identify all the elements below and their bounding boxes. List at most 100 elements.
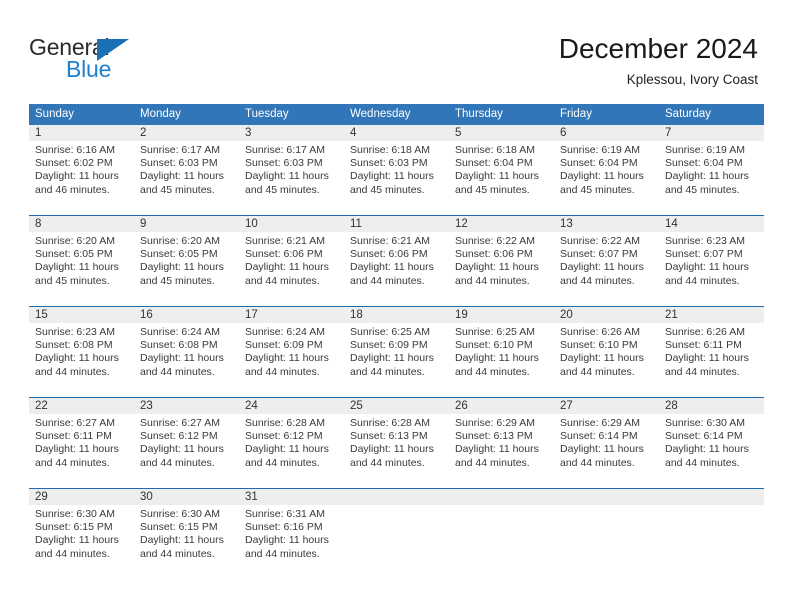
day-cell[interactable]: 14 Sunrise: 6:23 AM Sunset: 6:07 PM Dayl…	[659, 216, 764, 294]
day-details: Sunrise: 6:28 AM Sunset: 6:12 PM Dayligh…	[239, 414, 344, 470]
daylight-text-line2: and 44 minutes.	[140, 456, 215, 469]
daylight-text-line2: and 45 minutes.	[455, 183, 530, 196]
sunset-text: Sunset: 6:07 PM	[665, 248, 743, 261]
sunrise-text: Sunrise: 6:21 AM	[245, 235, 325, 247]
masthead: General Blue December 2024 Kplessou, Ivo…	[0, 0, 792, 100]
daylight-text-line1: Daylight: 11 hours	[35, 534, 119, 547]
day-details: Sunrise: 6:26 AM Sunset: 6:11 PM Dayligh…	[659, 323, 764, 379]
day-details: Sunrise: 6:20 AM Sunset: 6:05 PM Dayligh…	[29, 232, 134, 288]
day-cell[interactable]: 9 Sunrise: 6:20 AM Sunset: 6:05 PM Dayli…	[134, 216, 239, 294]
sunrise-text: Sunrise: 6:25 AM	[350, 326, 430, 338]
daylight-text-line2: and 44 minutes.	[665, 456, 740, 469]
sunrise-text: Sunrise: 6:19 AM	[665, 144, 745, 156]
daylight-text-line1: Daylight: 11 hours	[560, 170, 644, 183]
sunset-text: Sunset: 6:13 PM	[455, 430, 533, 443]
sunrise-text: Sunrise: 6:23 AM	[35, 326, 115, 338]
sunset-text: Sunset: 6:06 PM	[455, 248, 533, 261]
day-number: 6	[554, 125, 659, 141]
daylight-text-line1: Daylight: 11 hours	[665, 352, 749, 365]
day-details: Sunrise: 6:19 AM Sunset: 6:04 PM Dayligh…	[554, 141, 659, 197]
day-cell[interactable]: 1 Sunrise: 6:16 AM Sunset: 6:02 PM Dayli…	[29, 125, 134, 203]
day-number: 25	[344, 398, 449, 414]
sunrise-text: Sunrise: 6:27 AM	[35, 417, 115, 429]
day-cell[interactable]: 8 Sunrise: 6:20 AM Sunset: 6:05 PM Dayli…	[29, 216, 134, 294]
day-number: 23	[134, 398, 239, 414]
day-cell-empty	[344, 489, 449, 567]
week-row: 22 Sunrise: 6:27 AM Sunset: 6:11 PM Dayl…	[29, 397, 764, 476]
sunset-text: Sunset: 6:05 PM	[140, 248, 218, 261]
sunset-text: Sunset: 6:15 PM	[35, 521, 113, 534]
calendar-page: General Blue December 2024 Kplessou, Ivo…	[0, 0, 792, 612]
day-cell[interactable]: 17 Sunrise: 6:24 AM Sunset: 6:09 PM Dayl…	[239, 307, 344, 385]
daylight-text-line1: Daylight: 11 hours	[35, 170, 119, 183]
sunrise-text: Sunrise: 6:20 AM	[35, 235, 115, 247]
day-cell[interactable]: 16 Sunrise: 6:24 AM Sunset: 6:08 PM Dayl…	[134, 307, 239, 385]
week-spacer	[29, 476, 764, 488]
sunrise-text: Sunrise: 6:24 AM	[140, 326, 220, 338]
day-details: Sunrise: 6:24 AM Sunset: 6:09 PM Dayligh…	[239, 323, 344, 379]
day-details: Sunrise: 6:23 AM Sunset: 6:07 PM Dayligh…	[659, 232, 764, 288]
day-cell[interactable]: 11 Sunrise: 6:21 AM Sunset: 6:06 PM Dayl…	[344, 216, 449, 294]
day-cell[interactable]: 24 Sunrise: 6:28 AM Sunset: 6:12 PM Dayl…	[239, 398, 344, 476]
day-cell[interactable]: 19 Sunrise: 6:25 AM Sunset: 6:10 PM Dayl…	[449, 307, 554, 385]
day-cell[interactable]: 18 Sunrise: 6:25 AM Sunset: 6:09 PM Dayl…	[344, 307, 449, 385]
day-cell[interactable]: 22 Sunrise: 6:27 AM Sunset: 6:11 PM Dayl…	[29, 398, 134, 476]
day-cell[interactable]: 4 Sunrise: 6:18 AM Sunset: 6:03 PM Dayli…	[344, 125, 449, 203]
week-row: 1 Sunrise: 6:16 AM Sunset: 6:02 PM Dayli…	[29, 125, 764, 203]
day-details: Sunrise: 6:28 AM Sunset: 6:13 PM Dayligh…	[344, 414, 449, 470]
day-details: Sunrise: 6:30 AM Sunset: 6:15 PM Dayligh…	[134, 505, 239, 561]
day-cell[interactable]: 25 Sunrise: 6:28 AM Sunset: 6:13 PM Dayl…	[344, 398, 449, 476]
daylight-text-line2: and 44 minutes.	[140, 365, 215, 378]
day-details: Sunrise: 6:30 AM Sunset: 6:14 PM Dayligh…	[659, 414, 764, 470]
daylight-text-line1: Daylight: 11 hours	[560, 352, 644, 365]
sunset-text: Sunset: 6:10 PM	[455, 339, 533, 352]
sunrise-text: Sunrise: 6:28 AM	[350, 417, 430, 429]
day-cell[interactable]: 29 Sunrise: 6:30 AM Sunset: 6:15 PM Dayl…	[29, 489, 134, 567]
day-cell[interactable]: 31 Sunrise: 6:31 AM Sunset: 6:16 PM Dayl…	[239, 489, 344, 567]
day-cell[interactable]: 27 Sunrise: 6:29 AM Sunset: 6:14 PM Dayl…	[554, 398, 659, 476]
sunset-text: Sunset: 6:08 PM	[140, 339, 218, 352]
daylight-text-line2: and 44 minutes.	[350, 365, 425, 378]
daylight-text-line1: Daylight: 11 hours	[350, 443, 434, 456]
day-details: Sunrise: 6:19 AM Sunset: 6:04 PM Dayligh…	[659, 141, 764, 197]
day-number: 1	[29, 125, 134, 141]
daylight-text-line1: Daylight: 11 hours	[35, 261, 119, 274]
day-cell[interactable]: 12 Sunrise: 6:22 AM Sunset: 6:06 PM Dayl…	[449, 216, 554, 294]
title-block: December 2024 Kplessou, Ivory Coast	[559, 32, 758, 88]
daylight-text-line2: and 44 minutes.	[560, 456, 635, 469]
day-cell[interactable]: 2 Sunrise: 6:17 AM Sunset: 6:03 PM Dayli…	[134, 125, 239, 203]
sunset-text: Sunset: 6:07 PM	[560, 248, 638, 261]
sunrise-text: Sunrise: 6:22 AM	[560, 235, 640, 247]
day-cell[interactable]: 6 Sunrise: 6:19 AM Sunset: 6:04 PM Dayli…	[554, 125, 659, 203]
day-cell[interactable]: 21 Sunrise: 6:26 AM Sunset: 6:11 PM Dayl…	[659, 307, 764, 385]
sunrise-text: Sunrise: 6:30 AM	[140, 508, 220, 520]
sunset-text: Sunset: 6:15 PM	[140, 521, 218, 534]
sunrise-text: Sunrise: 6:30 AM	[35, 508, 115, 520]
day-cell[interactable]: 28 Sunrise: 6:30 AM Sunset: 6:14 PM Dayl…	[659, 398, 764, 476]
day-details: Sunrise: 6:21 AM Sunset: 6:06 PM Dayligh…	[344, 232, 449, 288]
day-cell[interactable]: 20 Sunrise: 6:26 AM Sunset: 6:10 PM Dayl…	[554, 307, 659, 385]
daylight-text-line1: Daylight: 11 hours	[140, 261, 224, 274]
day-cell[interactable]: 30 Sunrise: 6:30 AM Sunset: 6:15 PM Dayl…	[134, 489, 239, 567]
day-details: Sunrise: 6:25 AM Sunset: 6:10 PM Dayligh…	[449, 323, 554, 379]
day-cell[interactable]: 7 Sunrise: 6:19 AM Sunset: 6:04 PM Dayli…	[659, 125, 764, 203]
day-cell[interactable]: 15 Sunrise: 6:23 AM Sunset: 6:08 PM Dayl…	[29, 307, 134, 385]
day-cell[interactable]: 13 Sunrise: 6:22 AM Sunset: 6:07 PM Dayl…	[554, 216, 659, 294]
daylight-text-line1: Daylight: 11 hours	[140, 443, 224, 456]
sunset-text: Sunset: 6:16 PM	[245, 521, 323, 534]
day-cell[interactable]: 10 Sunrise: 6:21 AM Sunset: 6:06 PM Dayl…	[239, 216, 344, 294]
daylight-text-line1: Daylight: 11 hours	[245, 534, 329, 547]
day-cell[interactable]: 23 Sunrise: 6:27 AM Sunset: 6:12 PM Dayl…	[134, 398, 239, 476]
day-cell[interactable]: 3 Sunrise: 6:17 AM Sunset: 6:03 PM Dayli…	[239, 125, 344, 203]
weekday-header-sunday: Sunday	[35, 108, 75, 120]
sunset-text: Sunset: 6:08 PM	[35, 339, 113, 352]
day-details: Sunrise: 6:24 AM Sunset: 6:08 PM Dayligh…	[134, 323, 239, 379]
day-details	[659, 505, 764, 508]
day-details: Sunrise: 6:23 AM Sunset: 6:08 PM Dayligh…	[29, 323, 134, 379]
day-cell[interactable]: 5 Sunrise: 6:18 AM Sunset: 6:04 PM Dayli…	[449, 125, 554, 203]
day-number	[659, 489, 764, 505]
day-number: 29	[29, 489, 134, 505]
day-details: Sunrise: 6:26 AM Sunset: 6:10 PM Dayligh…	[554, 323, 659, 379]
day-cell[interactable]: 26 Sunrise: 6:29 AM Sunset: 6:13 PM Dayl…	[449, 398, 554, 476]
sunset-text: Sunset: 6:14 PM	[665, 430, 743, 443]
